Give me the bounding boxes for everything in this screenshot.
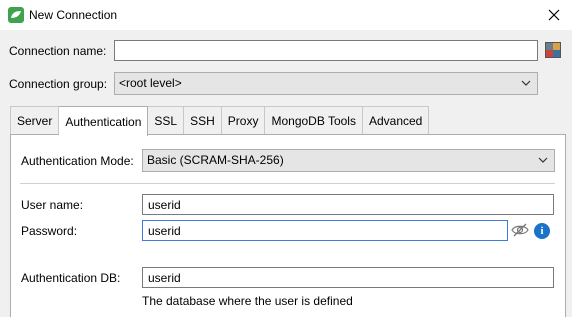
close-icon	[548, 9, 560, 21]
password-input[interactable]	[143, 221, 507, 240]
color-picker-button[interactable]	[545, 42, 561, 58]
username-field[interactable]	[142, 194, 554, 215]
tab-strip: Server Authentication SSL SSH Proxy Mong…	[10, 106, 430, 136]
password-label: Password:	[21, 224, 78, 238]
connection-group-value: <root level>	[119, 76, 182, 90]
auth-db-field[interactable]	[142, 267, 554, 288]
divider	[20, 183, 555, 184]
tab-mongodb-tools[interactable]: MongoDB Tools	[265, 106, 363, 135]
tab-ssl[interactable]: SSL	[148, 106, 185, 135]
auth-db-hint: The database where the user is defined	[142, 294, 353, 308]
tab-proxy[interactable]: Proxy	[221, 106, 266, 135]
username-label: User name:	[21, 198, 84, 212]
tab-ssh[interactable]: SSH	[184, 106, 222, 135]
auth-mode-value: Basic (SCRAM-SHA-256)	[147, 153, 284, 167]
title-bar: New Connection	[0, 0, 572, 30]
auth-db-input[interactable]	[143, 268, 553, 287]
connection-group-label: Connection group:	[9, 77, 108, 91]
window-title: New Connection	[29, 8, 118, 22]
chevron-down-icon	[538, 157, 548, 163]
tab-advanced[interactable]: Advanced	[362, 106, 430, 135]
password-field[interactable]	[142, 220, 508, 241]
info-icon[interactable]: i	[534, 223, 550, 239]
app-icon	[8, 7, 24, 23]
auth-mode-select[interactable]: Basic (SCRAM-SHA-256)	[142, 149, 555, 172]
eye-off-icon[interactable]	[511, 222, 529, 238]
username-input[interactable]	[143, 195, 553, 214]
auth-db-label: Authentication DB:	[21, 271, 121, 285]
chevron-down-icon	[521, 80, 531, 86]
connection-name-input[interactable]	[115, 41, 537, 60]
connection-group-select[interactable]: <root level>	[114, 72, 538, 95]
tab-server[interactable]: Server	[10, 106, 60, 135]
tab-authentication[interactable]: Authentication	[59, 106, 149, 136]
color-picker-icon	[546, 43, 553, 50]
auth-mode-label: Authentication Mode:	[21, 154, 134, 168]
connection-name-label: Connection name:	[9, 44, 107, 58]
connection-name-field[interactable]	[114, 40, 538, 61]
close-button[interactable]	[536, 0, 572, 30]
